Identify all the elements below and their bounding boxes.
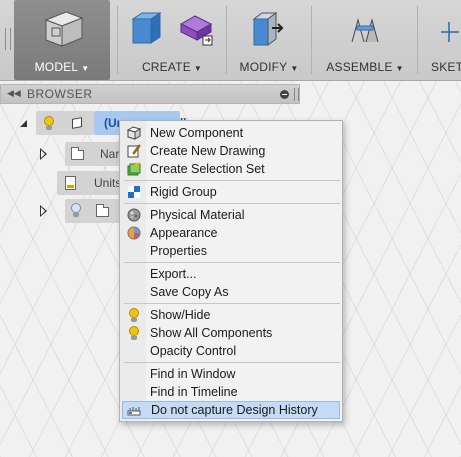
menu-separator — [124, 262, 340, 263]
context-menu: New Component Create New Drawing Create … — [119, 120, 343, 422]
menu-item-label: Find in Timeline — [150, 385, 238, 399]
menu-item-label: Create New Drawing — [150, 144, 266, 158]
menu-item-label: Find in Window — [150, 367, 236, 381]
menu-item-label: Show/Hide — [150, 308, 211, 322]
menu-separator — [124, 303, 340, 304]
menu-item-label: Rigid Group — [150, 185, 217, 199]
sketch-menu-button[interactable]: SKET — [421, 0, 461, 80]
menu-item-show-all-components[interactable]: Show All Components — [122, 324, 340, 342]
menu-item-export[interactable]: Export... — [122, 265, 340, 283]
drawing-icon — [127, 144, 141, 158]
press-pull-icon — [252, 12, 284, 46]
menu-separator — [124, 203, 340, 204]
chevron-down-icon: ▼ — [193, 64, 203, 73]
document-icon — [65, 176, 76, 190]
menu-item-find-in-timeline[interactable]: Find in Timeline — [122, 383, 340, 401]
assemble-menu-button[interactable]: ASSEMBLE ▼ — [315, 0, 415, 80]
menu-item-find-in-window[interactable]: Find in Window — [122, 365, 340, 383]
toolbar: MODEL ▼ CREATE ▼ MODIFY ▼ ASSEMBLE ▼ SKE… — [0, 0, 461, 81]
menu-item-label: Opacity Control — [150, 344, 237, 358]
menu-item-label: Do not capture Design History — [151, 403, 318, 417]
model-cube-icon — [44, 11, 84, 47]
menu-item-label: Save Copy As — [150, 285, 229, 299]
model-label: MODEL — [34, 60, 79, 74]
lightbulb-icon — [129, 308, 139, 323]
lightbulb-icon — [129, 326, 139, 341]
menu-item-new-component[interactable]: New Component — [122, 124, 340, 142]
lightbulb-off-icon[interactable] — [71, 203, 81, 218]
component-icon — [72, 117, 82, 129]
collapse-panel-icon[interactable]: ◀◀ — [7, 88, 21, 99]
menu-item-rigid-group[interactable]: Rigid Group — [122, 183, 340, 201]
create-label: CREATE — [141, 60, 191, 74]
browser-title: BROWSER — [27, 87, 93, 101]
chevron-down-icon: ▼ — [290, 64, 299, 73]
menu-item-properties[interactable]: Properties — [122, 242, 340, 260]
tree-row-label: Nar — [100, 147, 120, 161]
tree-row-label: Units — [94, 176, 122, 190]
assemble-label: ASSEMBLE — [326, 60, 393, 74]
sketch-label: SKET — [431, 60, 461, 74]
timeline-icon — [127, 407, 141, 416]
menu-item-physical-material[interactable]: Physical Material — [122, 206, 340, 224]
modify-label: MODIFY — [239, 60, 288, 74]
form-sculpt-icon — [179, 15, 213, 46]
menu-item-label: New Component — [150, 126, 244, 140]
browser-panel-header: ◀◀ BROWSER — [0, 84, 300, 104]
panel-options-icon[interactable] — [280, 90, 289, 99]
toolbar-grip[interactable] — [5, 28, 11, 50]
menu-item-create-selection-set[interactable]: Create Selection Set — [122, 160, 340, 178]
folder-icon — [96, 204, 109, 217]
menu-item-show-hide[interactable]: Show/Hide — [122, 306, 340, 324]
rigid-group-icon — [128, 186, 140, 198]
menu-item-label: Appearance — [150, 226, 218, 240]
menu-separator — [124, 180, 340, 181]
menu-item-label: Export... — [150, 267, 197, 281]
expand-triangle-icon[interactable] — [40, 205, 47, 217]
menu-item-label: Properties — [150, 244, 207, 258]
chevron-down-icon: ▼ — [81, 64, 90, 73]
menu-item-create-new-drawing[interactable]: Create New Drawing — [122, 142, 340, 160]
menu-separator — [124, 362, 340, 363]
menu-item-label: Create Selection Set — [150, 162, 265, 176]
chevron-down-icon: ▼ — [395, 64, 404, 73]
selection-set-icon — [127, 162, 141, 176]
modify-menu-button[interactable]: MODIFY ▼ — [230, 0, 308, 80]
expand-triangle-icon[interactable] — [20, 120, 27, 127]
folder-icon — [71, 147, 84, 160]
menu-item-opacity-control[interactable]: Opacity Control — [122, 342, 340, 360]
joint-icon — [351, 18, 379, 43]
lightbulb-icon[interactable] — [44, 116, 54, 131]
expand-triangle-icon[interactable] — [40, 148, 47, 160]
create-menu-button[interactable]: CREATE ▼ — [121, 0, 223, 80]
new-component-icon — [127, 126, 141, 140]
menu-item-label: Show All Components — [150, 326, 273, 340]
menu-item-do-not-capture-design-history[interactable]: Do not capture Design History — [122, 401, 340, 419]
model-workspace-button[interactable]: MODEL ▼ — [14, 0, 110, 80]
box-icon — [131, 12, 162, 44]
physical-material-icon — [127, 208, 141, 222]
appearance-icon — [127, 226, 141, 240]
sketch-icon — [441, 22, 459, 42]
panel-resize-handle[interactable] — [294, 88, 299, 101]
menu-item-label: Physical Material — [150, 208, 245, 222]
menu-item-appearance[interactable]: Appearance — [122, 224, 340, 242]
menu-item-save-copy-as[interactable]: Save Copy As — [122, 283, 340, 301]
